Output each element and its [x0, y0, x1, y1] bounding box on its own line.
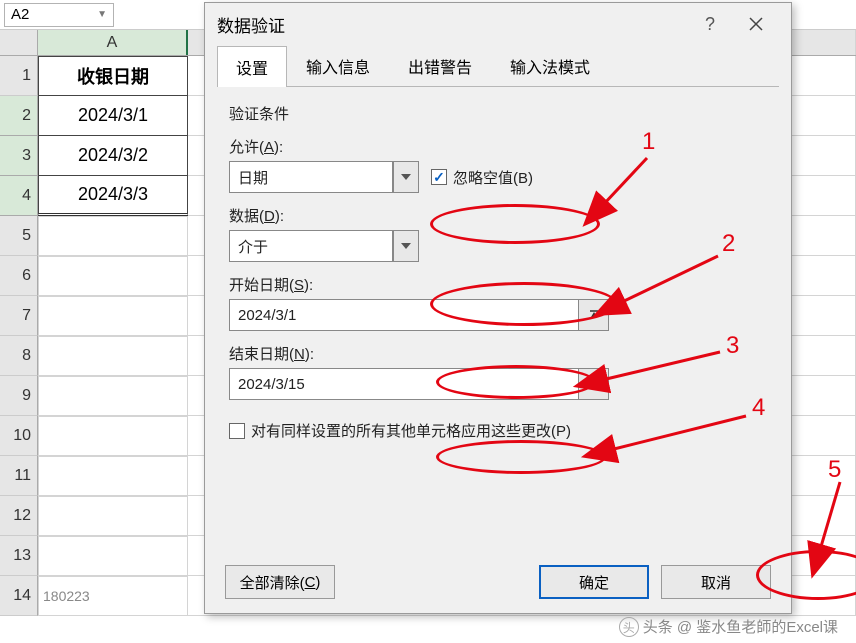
dialog-tabs: 设置 输入信息 出错警告 输入法模式 — [217, 45, 779, 87]
cell[interactable] — [38, 336, 188, 376]
cell-a2[interactable]: 2024/3/1 — [38, 96, 188, 136]
row-header[interactable]: 10 — [0, 416, 38, 456]
checkbox-icon — [229, 423, 245, 439]
tab-settings[interactable]: 设置 — [217, 46, 287, 87]
row-header[interactable]: 2 — [0, 96, 38, 136]
cell-a1[interactable]: 收银日期 — [38, 56, 188, 96]
row-header[interactable]: 11 — [0, 456, 38, 496]
cell[interactable] — [38, 456, 188, 496]
dialog-footer: 全部清除(C) 确定 取消 — [205, 565, 791, 599]
cell[interactable] — [38, 496, 188, 536]
validation-criteria-label: 验证条件 — [229, 103, 767, 124]
start-date-input-row: 2024/3/1 — [229, 299, 609, 331]
checkbox-icon: ✓ — [431, 169, 447, 185]
row-header[interactable]: 14 — [0, 576, 38, 616]
select-all-corner[interactable] — [0, 30, 38, 55]
cell-a4[interactable]: 2024/3/3 — [38, 176, 188, 216]
cell-a14[interactable]: 180223 — [38, 576, 188, 616]
tab-input-message[interactable]: 输入信息 — [287, 45, 389, 86]
data-value: 介于 — [229, 230, 393, 262]
end-date-input-row: 2024/3/15 — [229, 368, 609, 400]
dialog-title: 数据验证 — [217, 12, 285, 37]
watermark: 头头条 @ 鉴水鱼老師的Excel课 — [619, 616, 838, 638]
start-date-label: 开始日期(S): — [229, 274, 767, 295]
allow-value: 日期 — [229, 161, 393, 193]
start-date-input[interactable]: 2024/3/1 — [229, 299, 579, 331]
end-date-input[interactable]: 2024/3/15 — [229, 368, 579, 400]
tab-error-alert[interactable]: 出错警告 — [389, 45, 491, 86]
help-button[interactable]: ? — [687, 8, 733, 40]
cell[interactable] — [38, 216, 188, 256]
row-header[interactable]: 1 — [0, 56, 38, 96]
annotation-arrow-5 — [830, 478, 856, 558]
row-header[interactable]: 5 — [0, 216, 38, 256]
column-header-a[interactable]: A — [38, 30, 188, 55]
chevron-down-icon — [401, 243, 411, 249]
row-header[interactable]: 13 — [0, 536, 38, 576]
collapse-dialog-icon — [587, 308, 601, 322]
cell[interactable] — [38, 256, 188, 296]
close-button[interactable] — [733, 8, 779, 40]
row-header[interactable]: 7 — [0, 296, 38, 336]
allow-combobox[interactable]: 日期 — [229, 161, 419, 193]
close-icon — [749, 17, 763, 31]
allow-label: 允许(A): — [229, 136, 767, 157]
row-header[interactable]: 4 — [0, 176, 38, 216]
cancel-button[interactable]: 取消 — [661, 565, 771, 599]
clear-all-button[interactable]: 全部清除(C) — [225, 565, 335, 599]
row-header[interactable]: 9 — [0, 376, 38, 416]
apply-to-all-checkbox[interactable]: 对有同样设置的所有其他单元格应用这些更改(P) — [229, 420, 767, 441]
name-box-value: A2 — [11, 6, 29, 23]
row-header[interactable]: 12 — [0, 496, 38, 536]
ignore-blank-checkbox[interactable]: ✓ 忽略空值(B) — [431, 167, 533, 188]
row-header[interactable]: 6 — [0, 256, 38, 296]
dialog-body: 验证条件 允许(A): 日期 ✓ 忽略空值(B) 数据(D): 介于 — [205, 87, 791, 441]
cell[interactable] — [38, 296, 188, 336]
start-date-ref-button[interactable] — [579, 299, 609, 331]
name-box[interactable]: A2 ▼ — [4, 3, 114, 27]
end-date-label: 结束日期(N): — [229, 343, 767, 364]
cell[interactable] — [38, 536, 188, 576]
data-combobox[interactable]: 介于 — [229, 230, 419, 262]
data-dropdown-button[interactable] — [393, 230, 419, 262]
chevron-down-icon — [401, 174, 411, 180]
ok-button[interactable]: 确定 — [539, 565, 649, 599]
collapse-dialog-icon — [587, 377, 601, 391]
tab-ime-mode[interactable]: 输入法模式 — [491, 45, 609, 86]
row-header[interactable]: 8 — [0, 336, 38, 376]
data-validation-dialog: 数据验证 ? 设置 输入信息 出错警告 输入法模式 验证条件 允许(A): 日期… — [204, 2, 792, 614]
cell[interactable] — [38, 376, 188, 416]
watermark-icon: 头 — [619, 617, 639, 637]
data-label: 数据(D): — [229, 205, 767, 226]
cell-a3[interactable]: 2024/3/2 — [38, 136, 188, 176]
name-box-dropdown-icon[interactable]: ▼ — [97, 9, 107, 20]
cell[interactable] — [38, 416, 188, 456]
allow-dropdown-button[interactable] — [393, 161, 419, 193]
dialog-titlebar[interactable]: 数据验证 ? — [205, 3, 791, 45]
row-header[interactable]: 3 — [0, 136, 38, 176]
end-date-ref-button[interactable] — [579, 368, 609, 400]
